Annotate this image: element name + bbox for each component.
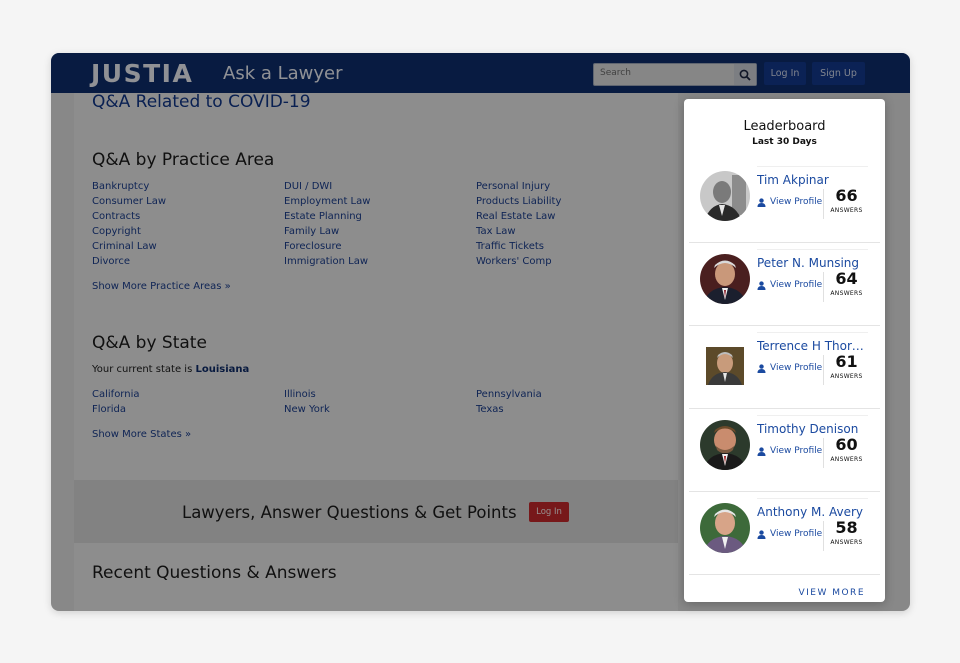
leaderboard-subtitle: Last 30 Days	[752, 137, 817, 147]
lawyer-name-link[interactable]: Peter N. Munsing	[757, 256, 869, 270]
person-icon	[757, 197, 766, 207]
lawyer-avatar[interactable]	[700, 420, 750, 470]
leaderboard-entry: Terrence H Thorgaard View Profile 61 ANS…	[689, 325, 880, 409]
entry-divider	[757, 249, 868, 250]
person-icon	[757, 529, 766, 539]
lawyer-name-link[interactable]: Anthony M. Avery	[757, 505, 869, 519]
leaderboard-panel: Leaderboard Last 30 Days Tim Akpinar Vie…	[684, 99, 885, 602]
answer-count: 61 ANSWERS	[823, 352, 869, 385]
answer-count-value: 58	[835, 518, 858, 537]
answer-count-label: ANSWERS	[830, 290, 863, 297]
answer-count: 60 ANSWERS	[823, 435, 869, 468]
answer-count: 64 ANSWERS	[823, 269, 869, 302]
person-icon	[757, 363, 766, 373]
lawyer-avatar[interactable]	[700, 254, 750, 304]
leaderboard-entry: Anthony M. Avery View Profile 58 ANSWERS	[689, 491, 880, 575]
view-profile-link[interactable]: View Profile	[757, 280, 822, 290]
answer-count: 58 ANSWERS	[823, 518, 869, 551]
answer-count-value: 61	[835, 352, 858, 371]
entry-divider	[757, 166, 868, 167]
lawyer-name-link[interactable]: Timothy Denison	[757, 422, 869, 436]
answer-count: 66 ANSWERS	[823, 186, 869, 219]
lawyer-avatar[interactable]	[700, 171, 750, 221]
answer-count-value: 60	[835, 435, 858, 454]
answer-count-value: 66	[835, 186, 858, 205]
view-profile-link[interactable]: View Profile	[757, 363, 822, 373]
answer-count-label: ANSWERS	[830, 207, 863, 214]
leaderboard-title: Leaderboard	[743, 119, 826, 134]
answer-count-label: ANSWERS	[830, 373, 863, 380]
lawyer-avatar[interactable]	[706, 347, 744, 385]
view-profile-label: View Profile	[770, 280, 823, 290]
person-icon	[757, 280, 766, 290]
view-profile-label: View Profile	[770, 363, 823, 373]
view-profile-label: View Profile	[770, 529, 823, 539]
person-icon	[757, 446, 766, 456]
answer-count-value: 64	[835, 269, 858, 288]
view-profile-label: View Profile	[770, 197, 823, 207]
view-profile-label: View Profile	[770, 446, 823, 456]
entry-divider	[757, 498, 868, 499]
entry-divider	[757, 332, 868, 333]
view-profile-link[interactable]: View Profile	[757, 529, 822, 539]
lawyer-name-link[interactable]: Tim Akpinar	[757, 173, 869, 187]
lawyer-avatar[interactable]	[700, 503, 750, 553]
view-profile-link[interactable]: View Profile	[757, 197, 822, 207]
leaderboard-entry: Peter N. Munsing View Profile 64 ANSWERS	[689, 242, 880, 326]
entry-divider	[757, 415, 868, 416]
answer-count-label: ANSWERS	[830, 539, 863, 546]
leaderboard-entry: Tim Akpinar View Profile 66 ANSWERS	[689, 159, 880, 243]
leaderboard-entry: Timothy Denison View Profile 60 ANSWERS	[689, 408, 880, 492]
lawyer-name-link[interactable]: Terrence H Thorgaard	[757, 339, 869, 353]
answer-count-label: ANSWERS	[830, 456, 863, 463]
view-profile-link[interactable]: View Profile	[757, 446, 822, 456]
view-more-link[interactable]: VIEW MORE	[798, 588, 865, 598]
